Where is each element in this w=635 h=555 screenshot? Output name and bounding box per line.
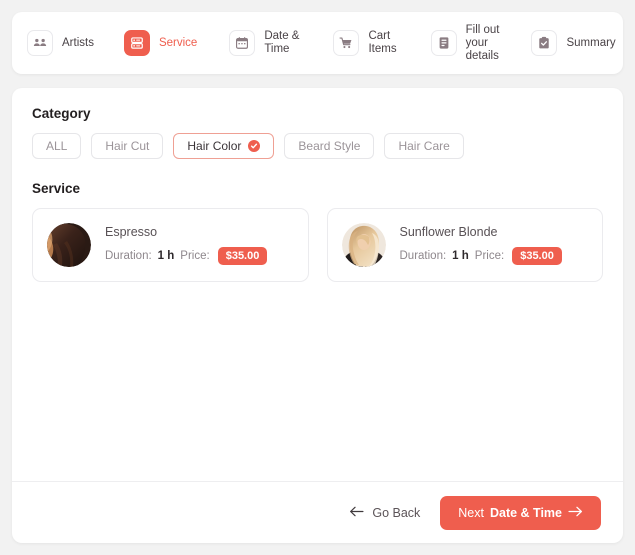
cart-icon (333, 30, 360, 56)
service-card-espresso[interactable]: Espresso Duration: 1 h Price: $35.00 (32, 208, 309, 282)
category-pill-hair-care-label: Hair Care (398, 139, 450, 153)
category-pill-hair-cut[interactable]: Hair Cut (91, 133, 164, 159)
booking-page: Artists Service Date & Time Cart Items F… (0, 0, 635, 555)
category-pill-hair-color-label: Hair Color (187, 139, 242, 153)
blonde-hair-avatar (341, 223, 386, 267)
service-name: Sunflower Blonde (399, 225, 498, 239)
category-heading: Category (32, 106, 91, 121)
price-label: Price: (180, 250, 210, 262)
category-pill-hair-color[interactable]: Hair Color (173, 133, 275, 159)
panel-body: Category ALL Hair Cut Hair Color Beard S… (12, 88, 623, 481)
booking-stepper: Artists Service Date & Time Cart Items F… (12, 12, 623, 74)
price-label: Price: (474, 250, 505, 262)
price-badge: $35.00 (217, 247, 268, 265)
category-pill-group: ALL Hair Cut Hair Color Beard Style Hair… (32, 133, 603, 159)
service-meta: Duration: 1 h Price: $35.00 (400, 247, 562, 265)
category-pill-hair-care[interactable]: Hair Care (384, 133, 464, 159)
service-meta: Duration: 1 h Price: $35.00 (105, 247, 268, 265)
step-service[interactable]: Service (117, 30, 204, 56)
step-fill-details-label: Fill out your details (465, 23, 500, 62)
duration-label: Duration: (105, 250, 152, 262)
go-back-button[interactable]: Go Back (349, 506, 420, 520)
step-artists-label: Artists (62, 36, 94, 49)
duration-value: 1 h (452, 250, 469, 262)
service-info: Espresso Duration: 1 h Price: $35.00 (105, 225, 268, 265)
check-circle-icon (248, 140, 261, 152)
step-date-time[interactable]: Date & Time (222, 30, 306, 56)
service-list-icon (123, 30, 150, 56)
go-back-label: Go Back (372, 505, 421, 520)
step-artists[interactable]: Artists (20, 30, 101, 56)
service-info: Sunflower Blonde Duration: 1 h Price: $3… (400, 225, 562, 265)
step-summary[interactable]: Summary (524, 30, 622, 56)
category-pill-beard-style[interactable]: Beard Style (284, 133, 375, 159)
step-summary-label: Summary (566, 36, 616, 49)
calendar-icon (229, 30, 256, 56)
arrow-left-icon (349, 506, 364, 520)
clipboard-check-icon (531, 30, 558, 56)
price-badge: $35.00 (512, 247, 562, 265)
category-pill-beard-style-label: Beard Style (298, 139, 361, 153)
people-icon (27, 30, 53, 56)
step-date-time-label: Date & Time (264, 30, 300, 55)
step-cart-items[interactable]: Cart Items (326, 30, 403, 56)
next-prefix-label: Next (458, 505, 484, 520)
category-pill-hair-cut-label: Hair Cut (105, 139, 150, 153)
service-name: Espresso (105, 225, 158, 239)
panel-footer: Go Back Next Date & Time (12, 481, 623, 543)
duration-label: Duration: (399, 250, 447, 262)
step-fill-details[interactable]: Fill out your details (424, 24, 507, 63)
step-cart-items-label: Cart Items (368, 30, 397, 55)
next-date-time-button[interactable]: Next Date & Time (440, 495, 601, 530)
dark-brown-hair-avatar (47, 223, 91, 267)
next-target-label: Date & Time (489, 505, 562, 520)
service-selection-panel: Category ALL Hair Cut Hair Color Beard S… (12, 88, 623, 543)
form-icon (430, 30, 457, 56)
category-pill-all[interactable]: ALL (32, 133, 82, 159)
service-heading: Service (32, 181, 81, 196)
category-pill-all-label: ALL (46, 139, 68, 153)
service-card-grid: Espresso Duration: 1 h Price: $35.00 Sun… (32, 208, 603, 282)
service-card-sunflower-blonde[interactable]: Sunflower Blonde Duration: 1 h Price: $3… (326, 208, 603, 282)
duration-value: 1 h (157, 250, 175, 262)
step-service-label: Service (158, 36, 198, 49)
arrow-right-icon (568, 506, 583, 520)
